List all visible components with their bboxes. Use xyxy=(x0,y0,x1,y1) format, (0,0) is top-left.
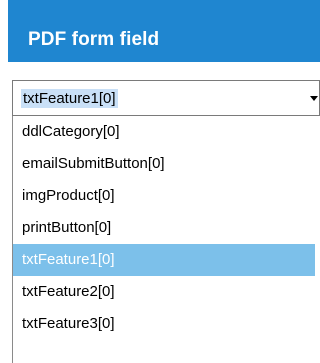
list-item-label: printButton[0] xyxy=(22,219,112,236)
list-item-label: ddlCategory[0] xyxy=(22,123,120,140)
form-field-dropdown-list[interactable]: ddlCategory[0] emailSubmitButton[0] imgP… xyxy=(12,116,320,363)
list-item[interactable]: emailSubmitButton[0] xyxy=(13,148,320,180)
form-field-combobox[interactable]: txtFeature1[0] xyxy=(12,80,320,116)
panel-title: PDF form field xyxy=(28,29,160,50)
chevron-down-icon[interactable] xyxy=(310,96,318,101)
list-item-label: emailSubmitButton[0] xyxy=(22,155,165,172)
list-item-label: txtFeature2[0] xyxy=(22,283,115,300)
list-item-label: txtFeature1[0] xyxy=(22,251,115,268)
list-item-label: imgProduct[0] xyxy=(22,187,115,204)
combobox-selected-value: txtFeature1[0] xyxy=(21,89,118,108)
list-item[interactable]: ddlCategory[0] xyxy=(13,116,320,148)
list-item-label: txtFeature3[0] xyxy=(22,315,115,332)
list-item[interactable]: printButton[0] xyxy=(13,212,320,244)
list-item-selected[interactable]: txtFeature1[0] xyxy=(13,244,320,276)
list-item[interactable]: txtFeature2[0] xyxy=(13,276,320,308)
dropdown-scrollbar[interactable] xyxy=(315,116,320,363)
panel-header: PDF form field xyxy=(8,0,320,62)
pdf-form-field-panel: PDF form field txtFeature1[0] ddlCategor… xyxy=(0,0,320,363)
list-item[interactable]: imgProduct[0] xyxy=(13,180,320,212)
list-item[interactable]: txtFeature3[0] xyxy=(13,308,320,340)
